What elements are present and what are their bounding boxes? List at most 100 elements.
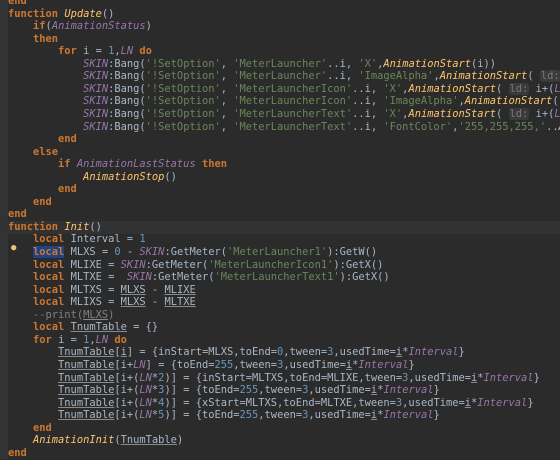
code-line[interactable]: function Init()	[0, 220, 560, 234]
code-line[interactable]: then	[0, 33, 560, 46]
code-line[interactable]: AnimationInit(TnumTable)	[0, 434, 560, 447]
code-token: function	[8, 220, 65, 233]
code-line[interactable]: TnumTable[i] = {inStart=MLXS,toEnd=0,twe…	[0, 346, 560, 359]
code-line[interactable]: SKIN:Bang('!SetOption', 'MeterLauncher'.…	[0, 70, 560, 83]
code-line[interactable]: end	[0, 422, 560, 435]
code-token: 'FontColor'	[383, 120, 453, 133]
code-line[interactable]: SKIN:Bang('!SetOption', 'MeterLauncher'.…	[0, 58, 560, 71]
code-token: ):GetW()	[327, 246, 378, 258]
code-token: for	[33, 333, 59, 346]
code-token: )	[176, 434, 184, 447]
code-line[interactable]: function Update()	[0, 8, 560, 21]
code-line[interactable]: local MLIXS = MLXS - MLTXE	[0, 296, 560, 309]
code-line[interactable]: end	[0, 133, 560, 146]
code-token: ..i,	[352, 95, 384, 108]
code-line[interactable]: if(AnimationStatus)	[0, 20, 560, 33]
code-token: MLTXS =	[70, 283, 121, 296]
code-token: 'MeterLauncherText'	[233, 120, 353, 133]
code-token: SKIN	[120, 258, 146, 271]
code-line[interactable]: SKIN:Bang('!SetOption', 'MeterLauncherIc…	[0, 82, 560, 96]
code-line-content: function Update()	[0, 8, 114, 20]
code-line[interactable]: end	[0, 183, 560, 196]
code-token: ,usedTime=	[308, 384, 371, 397]
code-token: 1	[139, 233, 146, 246]
code-line[interactable]: end	[0, 196, 560, 209]
code-token: 'MeterLauncherText'	[233, 107, 353, 120]
code-line[interactable]: local MLIXE = SKIN:GetMeter('MeterLaunch…	[0, 259, 560, 272]
code-line-content: if(AnimationStatus)	[0, 20, 152, 32]
code-line[interactable]: else	[0, 146, 560, 159]
code-token: -	[120, 246, 140, 258]
code-line[interactable]: SKIN:Bang('!SetOption', 'MeterLauncherTe…	[0, 107, 560, 121]
code-token: end	[33, 421, 52, 434]
code-line[interactable]: TnumTable[i+(LN*5)] = {toEnd=255,tween=3…	[0, 409, 560, 422]
code-token: [i+	[114, 358, 134, 371]
code-line[interactable]: local Interval = 1	[0, 233, 560, 246]
lightbulb-icon[interactable]: ●	[11, 244, 19, 253]
code-line-content: local MLTXE = SKIN:GetMeter('MeterLaunch…	[0, 271, 390, 283]
code-token: '!SetOption'	[145, 70, 221, 83]
code-token: local	[33, 283, 71, 296]
code-token: :Bang(	[108, 57, 146, 70]
code-line[interactable]: TnumTable[i+(LN*4)] = {xStart=MLTXS,toEn…	[0, 397, 560, 410]
code-token: Init	[64, 220, 90, 233]
code-token: 255	[239, 384, 259, 397]
code-token: )	[145, 20, 152, 33]
code-line[interactable]: AnimationStop()	[0, 171, 560, 184]
code-token: end	[33, 195, 52, 208]
code-token: ..	[546, 120, 559, 133]
code-token: MLTXE =	[70, 271, 127, 284]
code-token: )] = {xStart=MLTXS,toEnd=MLTXE,tween=	[164, 396, 396, 409]
code-line[interactable]: local MLXS = 0 - SKIN:GetMeter('MeterLau…	[0, 246, 560, 259]
code-line[interactable]: --print(MLXS)	[0, 309, 560, 322]
code-line[interactable]: local TnumTable = {}	[0, 321, 560, 334]
code-token: AnimationInit	[33, 434, 115, 447]
code-token: :GetMeter(	[164, 246, 227, 258]
code-token: end	[58, 183, 77, 196]
code-token: LN	[95, 333, 109, 346]
code-token: AnimationLastStatus	[76, 158, 196, 171]
code-token: Interval	[383, 384, 434, 397]
code-line-content: TnumTable[i+(LN*2)] = {inStart=MLTXS,toE…	[0, 372, 540, 384]
code-line[interactable]: end	[0, 447, 560, 460]
code-token: )] = {toEnd=	[164, 409, 240, 422]
code-line[interactable]: end	[0, 208, 560, 221]
code-token: '!SetOption'	[145, 82, 221, 95]
code-token: AnimationStart	[464, 95, 553, 108]
code-token: ,tween=	[283, 346, 328, 359]
code-line[interactable]: if AnimationLastStatus then	[0, 158, 560, 171]
code-token: ] = {toEnd=	[145, 358, 215, 371]
code-token: )	[489, 57, 497, 70]
code-token: ] = {inStart=MLXS,toEnd=	[126, 346, 278, 359]
code-token: Interval	[483, 371, 534, 384]
code-line[interactable]: for i = 1,LN do	[0, 45, 560, 58]
code-token: function	[8, 7, 65, 20]
code-token: '255,255,255,'	[458, 120, 547, 133]
code-line[interactable]: SKIN:Bang('!SetOption', 'MeterLauncherIc…	[0, 95, 560, 108]
code-line-content: end	[0, 196, 52, 208]
code-line[interactable]: for i = 1,LN do	[0, 334, 560, 347]
code-line[interactable]: TnumTable[i+LN] = {toEnd=255,tween=3,use…	[0, 359, 560, 372]
code-token: SKIN	[83, 120, 109, 133]
code-line[interactable]: SKIN:Bang('!SetOption', 'MeterLauncherTe…	[0, 121, 560, 134]
code-line[interactable]: local MLTXS = MLXS - MLIXE	[0, 284, 560, 297]
code-line[interactable]: TnumTable[i+(LN*2)] = {inStart=MLTXS,toE…	[0, 372, 560, 385]
code-token: (	[552, 95, 559, 108]
code-token: AnimationStart	[408, 107, 497, 120]
code-token: ,usedTime=	[402, 396, 465, 409]
code-token: TnumTable	[58, 384, 115, 397]
code-editor[interactable]: end function Update() if(AnimationStatus)…	[0, 0, 560, 459]
code-line[interactable]: local MLTXE = SKIN:GetMeter('MeterLaunch…	[0, 271, 560, 284]
code-token: ,usedTime=	[333, 346, 396, 359]
code-line[interactable]: TnumTable[i+(LN*3)] = {toEnd=255,tween=3…	[0, 384, 560, 397]
code-line-content: --print(MLXS)	[0, 309, 114, 321]
